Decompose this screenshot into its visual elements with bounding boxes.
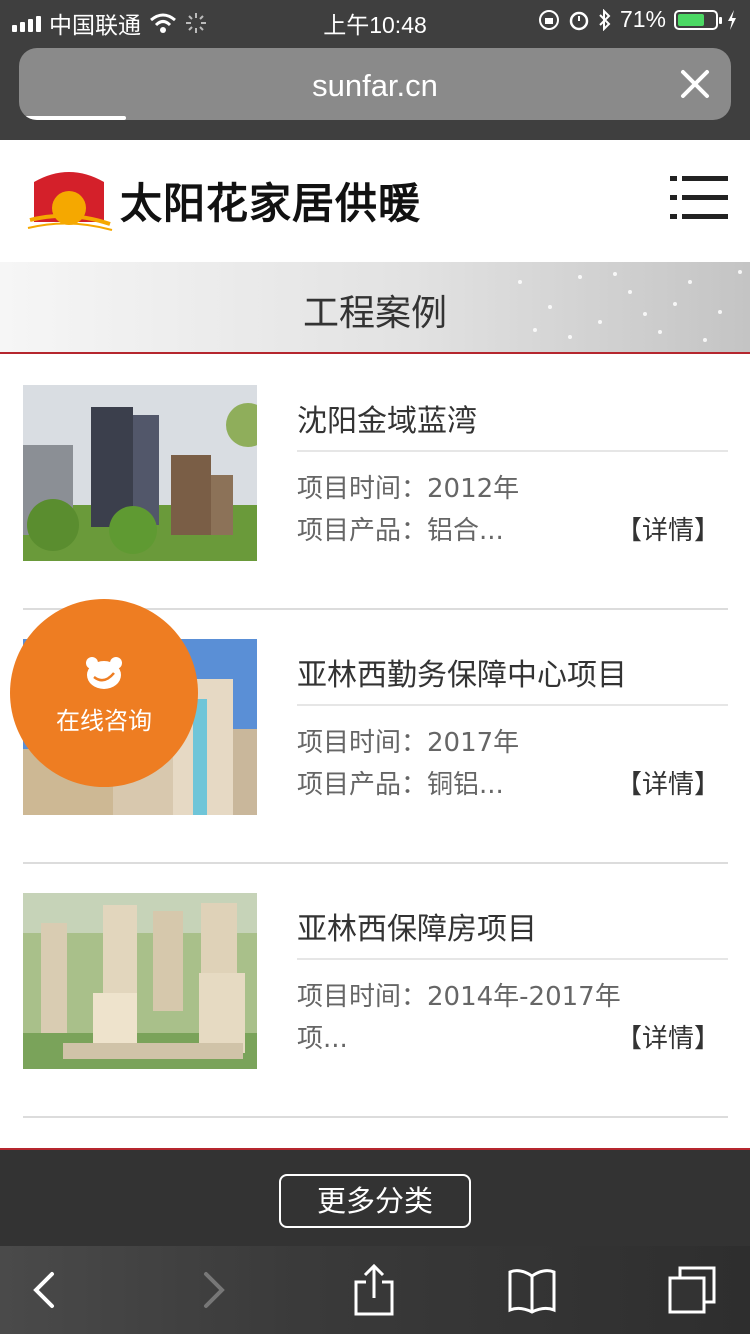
divider — [297, 704, 728, 706]
project-thumbnail[interactable] — [23, 893, 257, 1069]
browser-toolbar — [0, 1246, 750, 1334]
site-header: 太阳花家居供暖 — [0, 140, 750, 262]
bookmarks-icon[interactable] — [506, 1264, 558, 1316]
share-icon[interactable] — [348, 1264, 400, 1316]
project-name[interactable]: 亚林西勤务保障中心项目 — [297, 650, 627, 694]
project-name[interactable]: 沈阳金域蓝湾 — [297, 396, 477, 440]
page-title: 工程案例 — [302, 293, 447, 334]
logo-text: 太阳花家居供暖 — [120, 178, 422, 228]
project-thumbnail[interactable] — [23, 385, 257, 561]
tabs-icon[interactable] — [666, 1264, 718, 1316]
site-logo[interactable]: 太阳花家居供暖 — [24, 168, 421, 232]
project-product: 项... — [297, 1024, 348, 1054]
project-product: 项目产品：铜铝... — [297, 770, 504, 800]
project-time: 项目时间：2017年 — [297, 728, 520, 758]
bear-chat-icon — [86, 657, 122, 689]
online-consult-button[interactable]: 在线咨询 — [10, 599, 198, 787]
project-time: 项目时间：2012年 — [297, 474, 520, 504]
back-icon[interactable] — [20, 1264, 72, 1316]
detail-link[interactable]: 【详情】 — [616, 764, 720, 801]
battery-icon — [674, 9, 722, 30]
divider — [297, 958, 728, 960]
charging-bolt-icon — [728, 9, 736, 30]
url-text[interactable]: sunfar.cn — [19, 68, 731, 104]
rotation-lock-icon — [538, 9, 559, 30]
sunflower-logo-icon — [27, 172, 113, 231]
project-product: 项目产品：铝合... — [297, 516, 504, 546]
consult-label: 在线咨询 — [56, 707, 152, 735]
more-bar: 更多分类 — [0, 1148, 750, 1248]
divider — [297, 450, 728, 452]
address-bar[interactable]: sunfar.cn — [19, 48, 731, 120]
browser-address-area: sunfar.cn — [0, 40, 750, 140]
detail-link[interactable]: 【详情】 — [616, 1018, 720, 1055]
forward-icon[interactable] — [186, 1264, 238, 1316]
more-categories-button[interactable]: 更多分类 — [279, 1174, 471, 1228]
section-banner: 工程案例 — [0, 262, 750, 354]
status-bar: 中国联通 上午10:48 71% — [0, 0, 750, 40]
bluetooth-icon — [599, 8, 611, 31]
stop-loading-icon[interactable] — [677, 66, 713, 102]
list-item[interactable]: 沈阳金域蓝湾 项目时间：2012年 项目产品：铝合... 【详情】 — [23, 354, 728, 610]
alarm-icon — [569, 11, 589, 30]
project-time: 项目时间：2014年-2017年 — [297, 982, 621, 1012]
page-load-progress — [19, 116, 126, 120]
list-item[interactable]: 亚林西保障房项目 项目时间：2014年-2017年 项... 【详情】 — [23, 862, 728, 1118]
battery-percent: 71% — [619, 6, 666, 32]
hamburger-menu-icon[interactable] — [670, 176, 728, 220]
project-name[interactable]: 亚林西保障房项目 — [297, 904, 537, 948]
detail-link[interactable]: 【详情】 — [616, 510, 720, 547]
